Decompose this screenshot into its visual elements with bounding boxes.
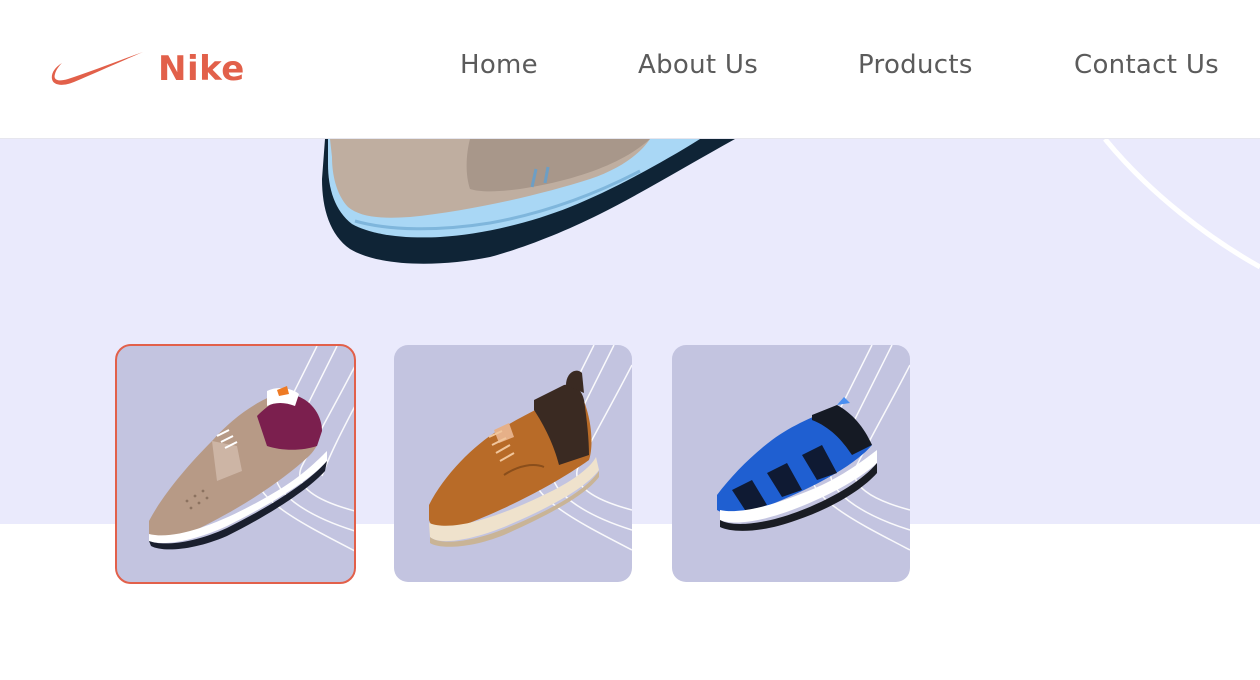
thumbnail-brown-sneaker-shoe[interactable] (394, 345, 632, 582)
nike-swoosh-icon (51, 52, 143, 85)
nav-contact-us[interactable]: Contact Us (1074, 50, 1219, 80)
brown-sneaker-shoe-image (429, 345, 632, 551)
thumbnail-tan-runner-shoe[interactable] (115, 344, 356, 584)
brand-name: Nike (158, 49, 245, 89)
blue-trail-shoe-image (717, 345, 910, 551)
thumbnail-blue-trail-shoe[interactable] (672, 345, 910, 582)
nav-home[interactable]: Home (460, 50, 538, 80)
tan-runner-shoe-image (149, 346, 354, 552)
brand-logo[interactable]: Nike (50, 44, 245, 94)
nav-products[interactable]: Products (858, 50, 973, 80)
nav-about-us[interactable]: About Us (638, 50, 758, 80)
site-header: Nike Home About Us Products Contact Us (0, 0, 1260, 139)
